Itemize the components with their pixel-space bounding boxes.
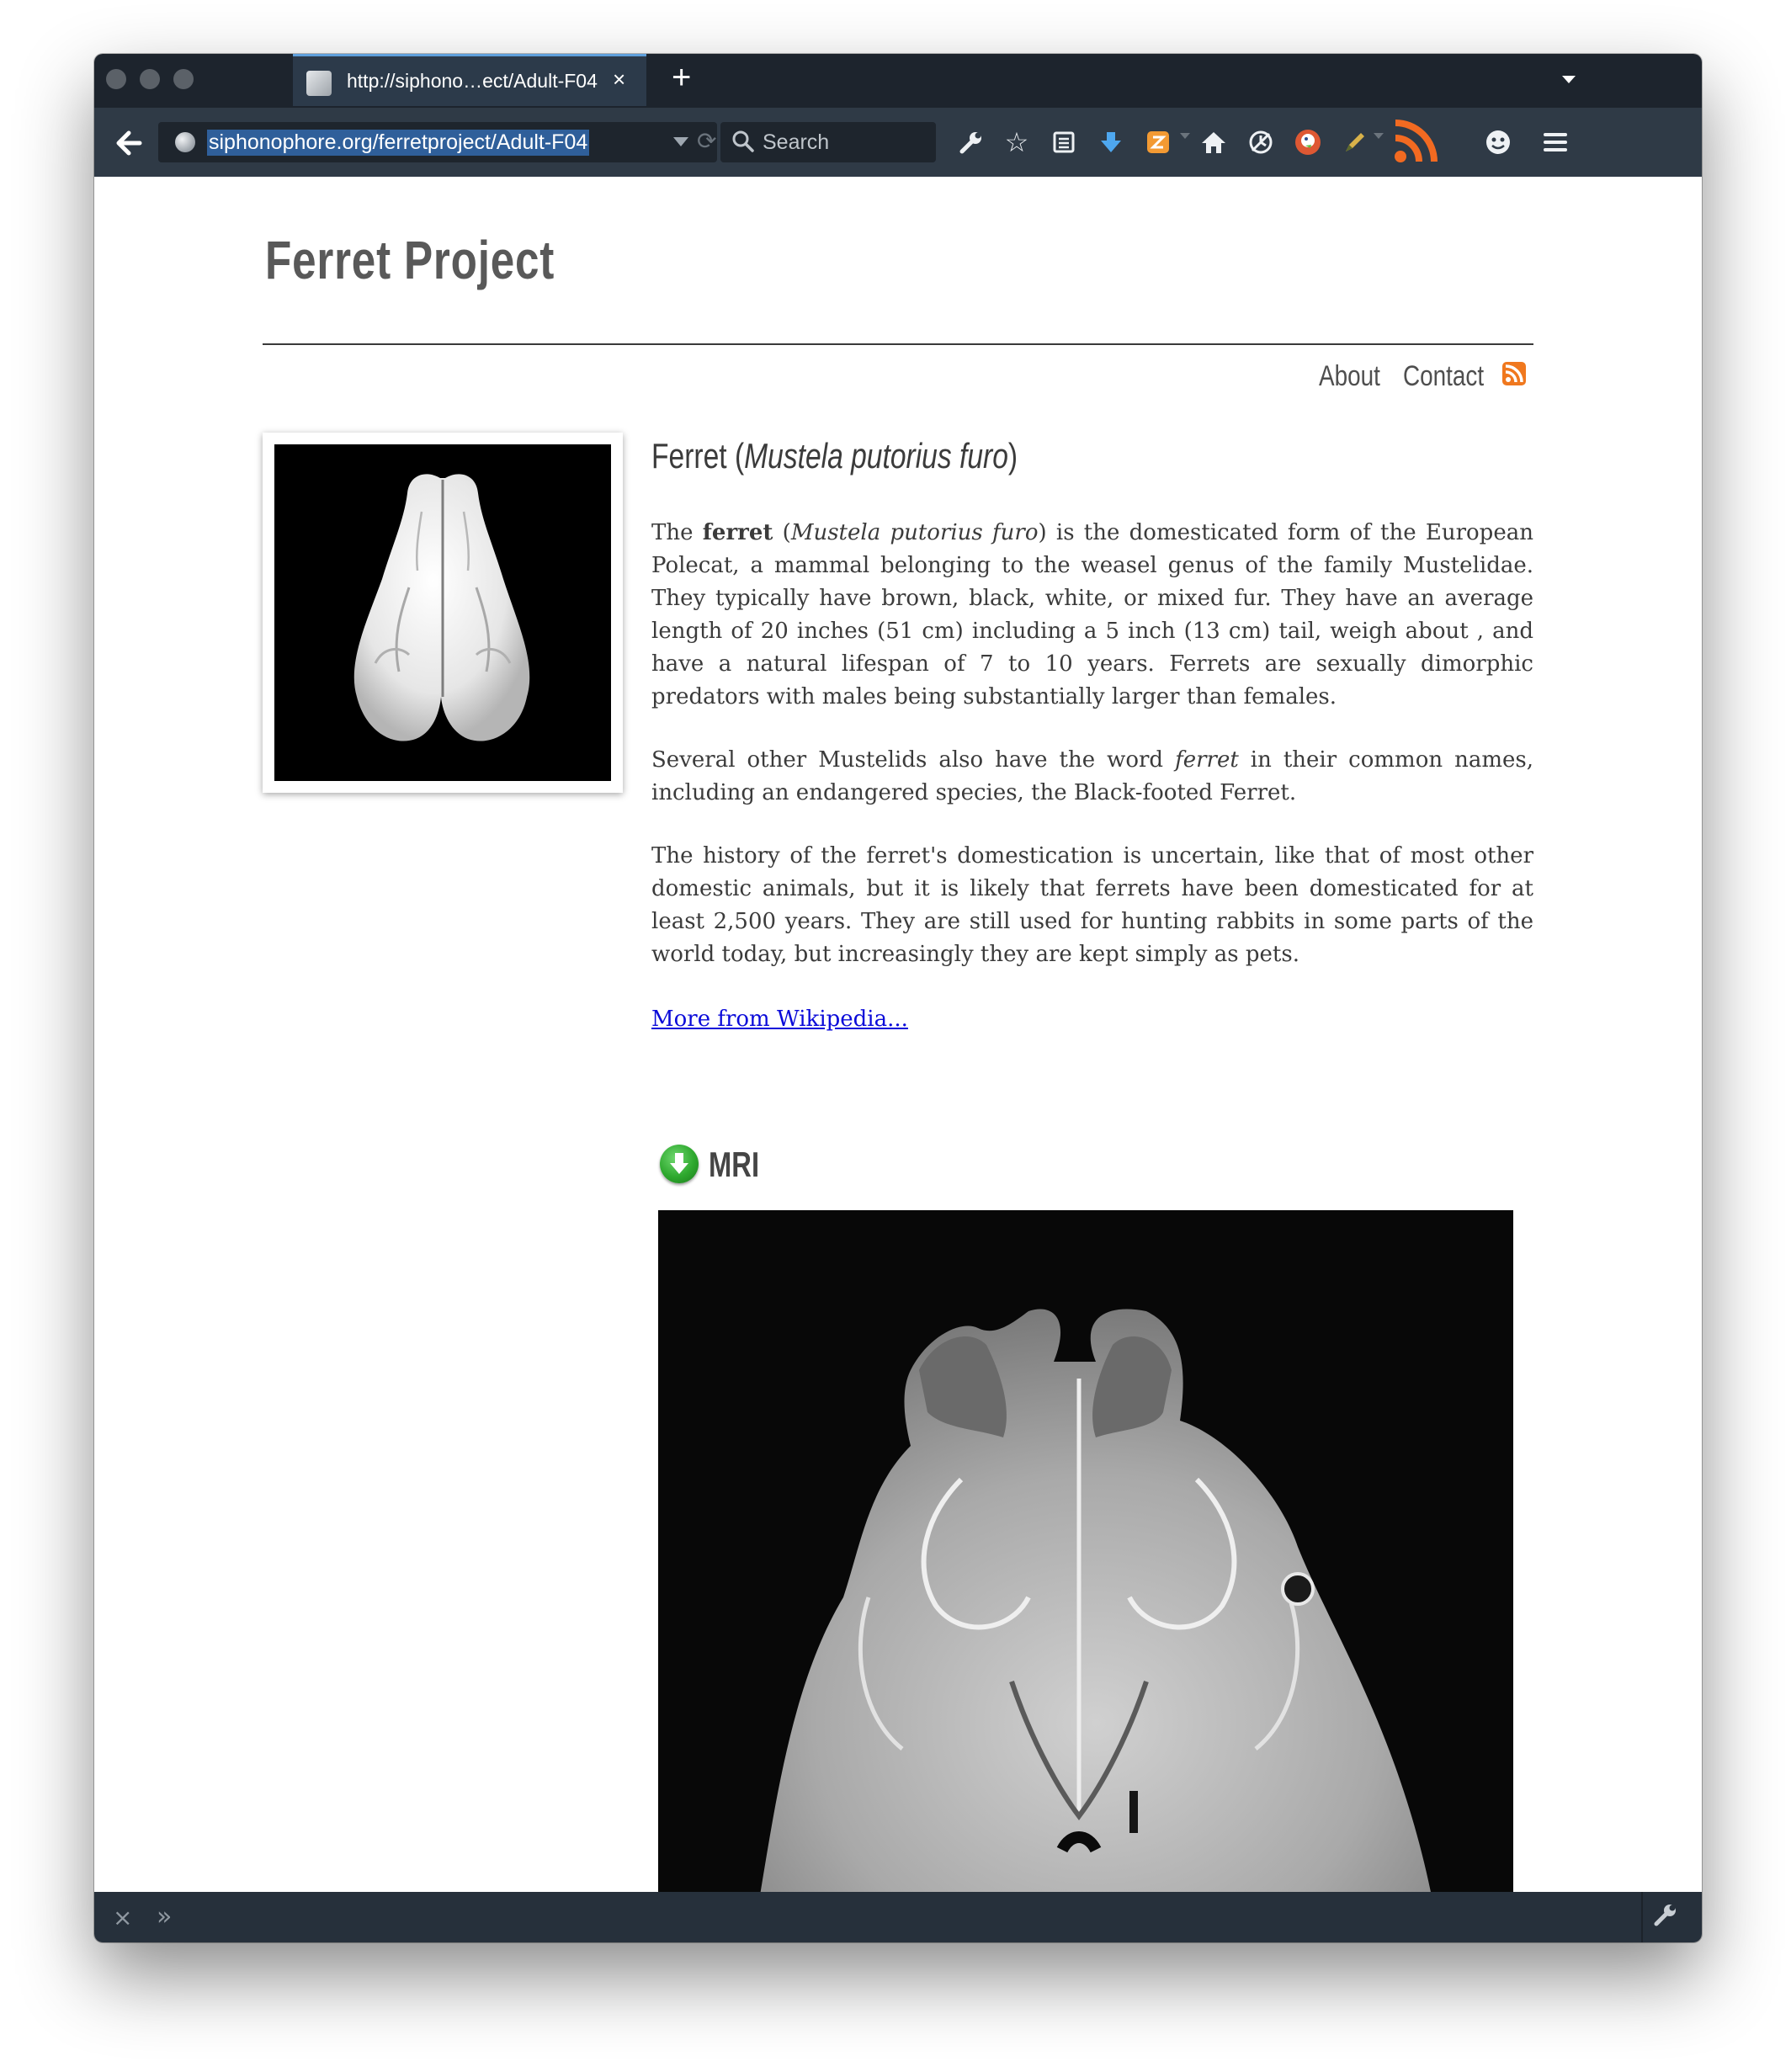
p2-text-a: Several other Mustelids also have the wo… (651, 747, 1176, 773)
p1-italic-species: Mustela putorius furo (790, 520, 1039, 545)
p2-italic-ferret: ferret (1175, 747, 1239, 773)
site-title[interactable]: Ferret Project (265, 229, 555, 291)
address-bar[interactable]: siphonophore.org/ferretproject/Adult-F04… (158, 122, 717, 162)
duckduckgo-icon[interactable] (1289, 123, 1326, 162)
pencil-icon[interactable] (1337, 123, 1374, 162)
close-window-button[interactable] (106, 69, 126, 89)
nav-contact-link[interactable]: Contact (1403, 360, 1484, 393)
bookmark-star-icon[interactable]: ☆ (998, 123, 1035, 162)
brain-render-image (274, 444, 611, 781)
download-icon[interactable] (1092, 123, 1129, 162)
addon-bar: × » (94, 1892, 1702, 1942)
emoji-icon[interactable] (1480, 123, 1517, 162)
brain-thumbnail[interactable] (263, 433, 623, 793)
search-placeholder: Search (763, 130, 830, 154)
toolbar-separator-icon[interactable] (1180, 133, 1190, 139)
species-heading-prefix: Ferret ( (651, 436, 745, 475)
extension-icon[interactable] (1140, 123, 1177, 162)
wrench-icon[interactable] (953, 123, 990, 162)
paragraph-2: Several other Mustelids also have the wo… (651, 744, 1533, 810)
species-heading-suffix: ) (1007, 436, 1018, 475)
search-icon (732, 130, 754, 152)
header-divider (263, 343, 1533, 345)
species-heading-latin: Mustela putorius furo (744, 436, 1008, 475)
addon-bar-overflow-button[interactable]: » (157, 1902, 172, 1931)
tab-close-button[interactable]: × (613, 66, 625, 93)
addon-bar-close-button[interactable]: × (113, 1904, 132, 1931)
toolbar-separator-icon[interactable] (1374, 133, 1384, 139)
addon-bar-wrench-icon[interactable] (1653, 1902, 1678, 1934)
paragraph-1: The ferret (Mustela putorius furo) is th… (651, 517, 1533, 714)
download-mri-icon[interactable] (660, 1145, 699, 1183)
nav-about-link[interactable]: About (1319, 360, 1380, 393)
addon-bar-divider (1641, 1892, 1643, 1942)
zoom-window-button[interactable] (173, 69, 194, 89)
search-box[interactable]: Search (720, 122, 936, 162)
p1-text-c: ( (773, 520, 791, 545)
mri-heading: MRI (709, 1145, 760, 1184)
url-dropdown-icon[interactable] (673, 137, 688, 146)
reload-icon[interactable]: ⟳ (697, 127, 716, 155)
menu-icon[interactable] (1537, 123, 1574, 162)
history-icon[interactable] (1242, 123, 1279, 162)
reading-list-icon[interactable] (1045, 123, 1082, 162)
url-text[interactable]: siphonophore.org/ferretproject/Adult-F04 (207, 130, 590, 156)
navigation-toolbar: siphonophore.org/ferretproject/Adult-F04… (94, 108, 1702, 177)
species-heading: Ferret (Mustela putorius furo) (651, 436, 1018, 476)
back-arrow-icon (116, 130, 142, 156)
article-body: The ferret (Mustela putorius furo) is th… (651, 517, 1533, 1001)
p1-text-e: ) is the domesticated form of the Europe… (651, 520, 1533, 709)
rss-feed-icon[interactable] (1390, 120, 1446, 162)
paragraph-3: The history of the ferret's domesticatio… (651, 843, 1533, 967)
page-content: Ferret Project About Contact Ferret (Mus… (94, 177, 1702, 1892)
rss-icon[interactable] (1502, 362, 1526, 385)
tab-list-chevron-icon[interactable] (1562, 76, 1576, 83)
page-favicon-icon (306, 71, 332, 96)
minimize-window-button[interactable] (140, 69, 160, 89)
p1-bold-ferret: ferret (702, 520, 773, 545)
new-tab-button[interactable]: + (672, 59, 691, 97)
active-tab[interactable]: http://siphono…ect/Adult-F04 × (293, 54, 646, 106)
browser-window: http://siphono…ect/Adult-F04 × + siphono… (94, 54, 1702, 1942)
back-button[interactable] (101, 123, 157, 163)
mri-scan-image[interactable] (658, 1210, 1513, 1892)
globe-icon (175, 132, 195, 152)
tab-title: http://siphono…ect/Adult-F04 (347, 70, 598, 92)
wikipedia-link[interactable]: More from Wikipedia... (651, 1007, 908, 1032)
home-icon[interactable] (1195, 123, 1232, 162)
p1-text-a: The (651, 520, 703, 545)
tab-strip: http://siphono…ect/Adult-F04 × + (94, 54, 1702, 108)
